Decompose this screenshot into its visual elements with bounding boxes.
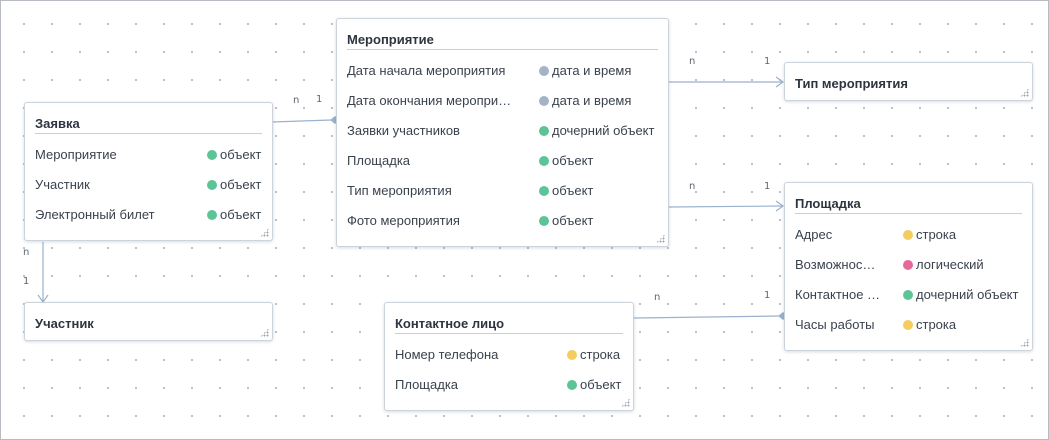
field-name: Электронный билет <box>35 207 155 222</box>
entity-card-kontakt[interactable]: Контактное лицо Номер телефона строка Пл… <box>384 302 634 411</box>
field-row[interactable]: Номер телефона строка <box>395 345 623 365</box>
type-dot-icon <box>539 156 549 166</box>
type-dot-icon <box>207 150 217 160</box>
diagram-canvas[interactable]: n 1 n 1 n 1 n 1 n 1 Заявка Мероприятие о… <box>0 0 1049 440</box>
field-row[interactable]: Тип мероприятия объект <box>347 181 658 201</box>
field-name: Мероприятие <box>35 147 117 162</box>
type-dot-icon <box>207 210 217 220</box>
field-row[interactable]: Площадка объект <box>395 375 623 395</box>
title-divider <box>395 333 623 334</box>
multiplicity-label: n <box>689 56 696 67</box>
field-row[interactable]: Площадка объект <box>347 151 658 171</box>
multiplicity-label: 1 <box>764 181 771 192</box>
type-dot-icon <box>539 96 549 106</box>
type-dot-icon <box>539 126 549 136</box>
field-type: строка <box>567 347 620 362</box>
resize-handle-icon[interactable] <box>1020 88 1029 97</box>
relation-line-zayavka-meropriyatie <box>271 119 332 123</box>
field-row[interactable]: Часы работы строка <box>795 315 1022 335</box>
field-type: дочерний объект <box>539 123 654 138</box>
type-dot-icon <box>903 230 913 240</box>
entity-card-tip[interactable]: Тип мероприятия <box>784 62 1033 101</box>
entity-title: Площадка <box>795 196 861 211</box>
field-row[interactable]: Мероприятие объект <box>35 145 262 165</box>
type-dot-icon <box>539 216 549 226</box>
resize-handle-icon[interactable] <box>260 228 269 237</box>
field-name: Дата начала мероприятия <box>347 63 506 78</box>
field-type: объект <box>207 177 261 192</box>
field-name: Участник <box>35 177 90 192</box>
type-dot-icon <box>903 320 913 330</box>
field-type: объект <box>539 183 593 198</box>
multiplicity-label: 1 <box>23 276 30 287</box>
field-name: Фото мероприятия <box>347 213 460 228</box>
field-name: Заявки участников <box>347 123 460 138</box>
resize-handle-icon[interactable] <box>260 328 269 337</box>
field-name: Дата окончания меропри… <box>347 93 512 108</box>
type-dot-icon <box>903 260 913 270</box>
multiplicity-label: n <box>23 247 30 258</box>
type-dot-icon <box>903 290 913 300</box>
field-name: Возможнос… <box>795 257 876 272</box>
field-name: Площадка <box>347 153 411 168</box>
entity-card-uchastnik[interactable]: Участник <box>24 302 273 341</box>
multiplicity-label: n <box>293 95 300 106</box>
entity-card-ploshchadka[interactable]: Площадка Адрес строка Возможнос… логичес… <box>784 182 1033 351</box>
field-row[interactable]: Электронный билет объект <box>35 205 262 225</box>
multiplicity-label: 1 <box>764 290 771 301</box>
type-dot-icon <box>567 350 577 360</box>
entity-title: Участник <box>35 316 94 331</box>
field-name: Тип мероприятия <box>347 183 452 198</box>
field-row[interactable]: Заявки участников дочерний объект <box>347 121 658 141</box>
entity-title: Тип мероприятия <box>795 76 908 91</box>
field-type: дата и время <box>539 63 631 78</box>
field-type: дата и время <box>539 93 631 108</box>
type-dot-icon <box>207 180 217 190</box>
field-name: Номер телефона <box>395 347 499 362</box>
entity-card-meropriyatie[interactable]: Мероприятие Дата начала мероприятия дата… <box>336 18 669 247</box>
resize-handle-icon[interactable] <box>656 234 665 243</box>
field-row[interactable]: Фото мероприятия объект <box>347 211 658 231</box>
field-name: Адрес <box>795 227 833 242</box>
field-row[interactable]: Возможнос… логический <box>795 255 1022 275</box>
relation-line-meropriyatie-ploshchadka <box>667 205 783 208</box>
field-row[interactable]: Контактное … дочерний объект <box>795 285 1022 305</box>
type-dot-icon <box>539 186 549 196</box>
resize-handle-icon[interactable] <box>621 398 630 407</box>
field-type: объект <box>207 147 261 162</box>
type-dot-icon <box>567 380 577 390</box>
entity-card-zayavka[interactable]: Заявка Мероприятие объект Участник объек… <box>24 102 273 241</box>
field-type: строка <box>903 227 956 242</box>
multiplicity-label: n <box>654 292 661 303</box>
field-type: строка <box>903 317 956 332</box>
field-row[interactable]: Дата окончания меропри… дата и время <box>347 91 658 111</box>
field-name: Площадка <box>395 377 459 392</box>
field-name: Контактное … <box>795 287 881 302</box>
title-divider <box>35 133 262 134</box>
field-name: Часы работы <box>795 317 875 332</box>
field-type: объект <box>567 377 621 392</box>
field-type: объект <box>207 207 261 222</box>
field-type: объект <box>539 213 593 228</box>
field-type: объект <box>539 153 593 168</box>
entity-title: Заявка <box>35 116 80 131</box>
title-divider <box>347 49 658 50</box>
title-divider <box>795 213 1022 214</box>
field-type: дочерний объект <box>903 287 1018 302</box>
multiplicity-label: 1 <box>316 94 323 105</box>
resize-handle-icon[interactable] <box>1020 338 1029 347</box>
entity-title: Мероприятие <box>347 32 434 47</box>
type-dot-icon <box>539 66 549 76</box>
field-row[interactable]: Участник объект <box>35 175 262 195</box>
field-row[interactable]: Адрес строка <box>795 225 1022 245</box>
relation-line-kontakt-ploshchadka <box>633 315 780 319</box>
field-type: логический <box>903 257 984 272</box>
multiplicity-label: 1 <box>764 56 771 67</box>
entity-title: Контактное лицо <box>395 316 505 331</box>
field-row[interactable]: Дата начала мероприятия дата и время <box>347 61 658 81</box>
multiplicity-label: n <box>689 181 696 192</box>
